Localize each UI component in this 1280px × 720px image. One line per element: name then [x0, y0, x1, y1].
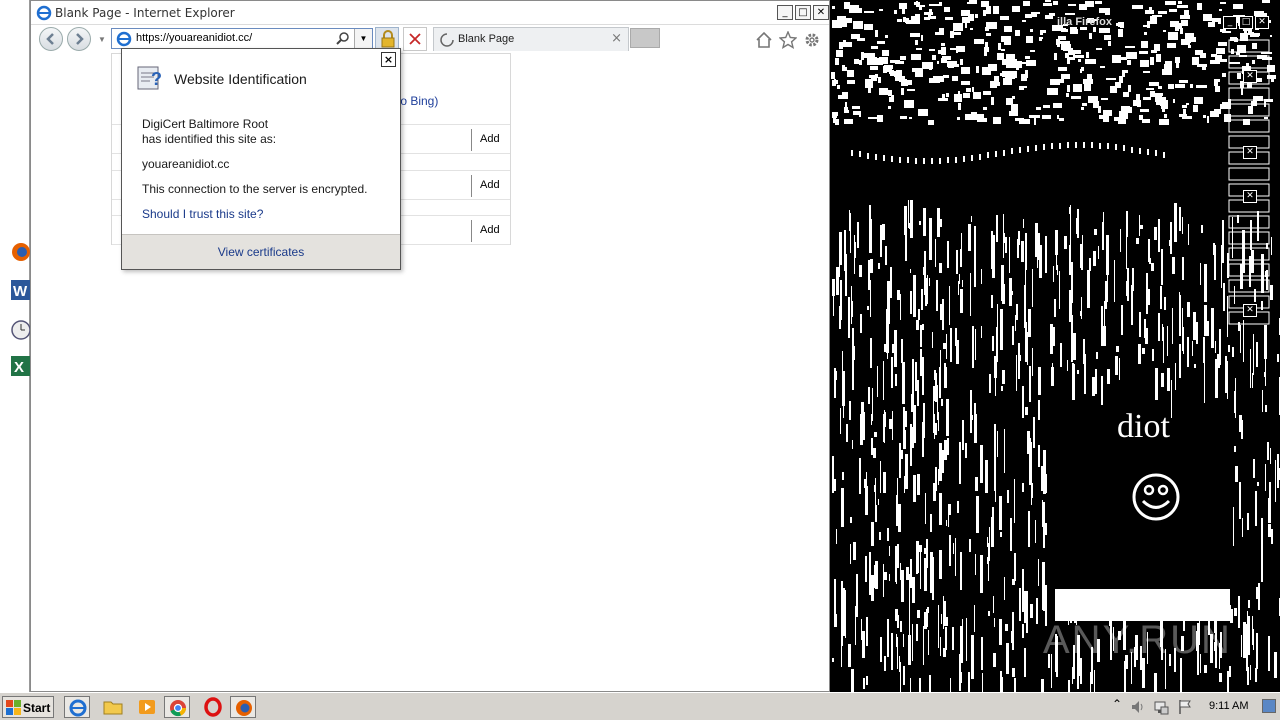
encryption-status: This connection to the server is encrypt… — [142, 182, 368, 196]
internet-explorer-icon — [116, 31, 132, 47]
start-label: Start — [23, 701, 51, 715]
close-icon — [409, 33, 421, 45]
smiley-face-icon — [1132, 473, 1180, 521]
close-button[interactable]: ✕ — [1243, 190, 1257, 203]
minimize-button[interactable]: _ — [777, 5, 793, 20]
issuer-statement: has identified this site as: — [142, 132, 277, 146]
gear-icon[interactable] — [803, 31, 821, 49]
system-clock[interactable]: 9:11 AM — [1209, 700, 1249, 712]
ie-page-content: to Bing) Add Add Add × ? Website Identif… — [31, 48, 829, 691]
maximize-button[interactable]: □ — [795, 5, 811, 20]
site-identity-icon: ? — [137, 66, 162, 90]
internet-explorer-window: Blank Page - Internet Explorer _ □ ✕ ▼ h… — [30, 0, 830, 692]
row-separator — [471, 129, 472, 151]
forward-arrow-icon — [76, 33, 84, 45]
address-url[interactable]: https://youareanidiot.cc/ — [136, 32, 252, 44]
taskbar-explorer[interactable] — [100, 696, 126, 718]
favorites-star-icon[interactable] — [779, 31, 797, 49]
close-button[interactable]: ✕ — [1243, 70, 1257, 83]
word-desktop-icon[interactable]: W — [10, 278, 32, 302]
tab-label: Blank Page — [458, 33, 515, 45]
stop-button[interactable] — [403, 27, 427, 51]
add-button[interactable]: Add — [480, 179, 500, 191]
popup-heading: Website Identification — [174, 71, 307, 87]
back-arrow-icon — [46, 33, 54, 45]
maximize-button[interactable]: □ — [1239, 16, 1253, 29]
close-button[interactable]: ✕ — [1243, 146, 1257, 159]
close-button[interactable]: ✕ — [1243, 304, 1257, 317]
new-tab-button[interactable] — [630, 28, 660, 48]
idiot-text: diot — [1117, 408, 1170, 445]
taskbar-firefox[interactable] — [230, 696, 256, 718]
add-button[interactable]: Add — [480, 133, 500, 145]
back-button[interactable] — [39, 27, 63, 51]
taskbar: Start ⌃ 9:11 AM — [0, 692, 1280, 720]
clock-desktop-icon[interactable] — [10, 318, 32, 342]
address-dropdown-button[interactable]: ▼ — [354, 29, 372, 48]
taskbar-internet-explorer[interactable] — [64, 696, 90, 718]
chrome-icon — [170, 700, 187, 717]
network-icon[interactable] — [1153, 699, 1169, 715]
desktop-strip: W X — [0, 0, 32, 692]
taskbar-opera[interactable] — [200, 696, 226, 718]
minimize-button[interactable]: _ — [1223, 16, 1237, 29]
internet-explorer-icon — [69, 699, 87, 717]
show-desktop-button[interactable] — [1262, 699, 1276, 713]
svg-text:X: X — [14, 359, 24, 376]
home-icon[interactable] — [755, 31, 773, 49]
ie-window-title: Blank Page - Internet Explorer — [55, 6, 235, 20]
white-block — [1055, 589, 1230, 621]
svg-text:W: W — [13, 283, 28, 300]
close-button[interactable]: ✕ — [1255, 16, 1269, 29]
add-button[interactable]: Add — [480, 224, 500, 236]
media-player-icon — [139, 700, 155, 714]
close-button[interactable]: ✕ — [813, 5, 829, 20]
tab-close-icon[interactable]: × — [611, 31, 622, 46]
firefox-window: illa Firefox _ □ ✕ ✕ ✕ ✕ ✕ diot ANY.RUN — [831, 0, 1280, 692]
firefox-window-title: illa Firefox — [1057, 16, 1113, 28]
history-dropdown-icon[interactable]: ▼ — [98, 35, 106, 44]
forward-button[interactable] — [67, 27, 91, 51]
address-bar[interactable]: https://youareanidiot.cc/ ▼ — [111, 28, 373, 49]
popup-close-button[interactable]: × — [381, 52, 396, 67]
anyrun-watermark: ANY.RUN — [1043, 618, 1232, 662]
issuer-name: DigiCert Baltimore Root — [142, 117, 269, 131]
lock-icon — [381, 30, 395, 48]
firefox-icon — [236, 700, 252, 716]
start-button[interactable]: Start — [2, 696, 54, 718]
row-separator — [471, 220, 472, 242]
action-center-flag-icon[interactable] — [1177, 699, 1193, 715]
loading-spinner-icon — [440, 33, 454, 47]
trust-site-link[interactable]: Should I trust this site? — [142, 207, 263, 221]
speaker-icon[interactable] — [1130, 699, 1146, 715]
tab-blank-page[interactable]: Blank Page × — [433, 27, 629, 51]
taskbar-chrome[interactable] — [164, 696, 190, 718]
firefox-desktop-icon[interactable] — [10, 240, 32, 264]
bing-text[interactable]: to Bing) — [397, 94, 438, 108]
svg-text:?: ? — [151, 69, 162, 89]
taskbar-media-player[interactable] — [134, 696, 160, 718]
tray-expand-icon[interactable]: ⌃ — [1112, 697, 1122, 711]
site-identity: youareanidiot.cc — [142, 157, 230, 171]
windows-logo-icon — [6, 700, 21, 715]
search-icon[interactable] — [336, 31, 350, 45]
opera-icon — [204, 697, 222, 717]
website-identification-popup: × ? Website Identification DigiCert Balt… — [121, 48, 401, 270]
internet-explorer-icon — [36, 5, 52, 21]
folder-icon — [103, 701, 123, 715]
row-separator — [471, 175, 472, 197]
ie-titlebar: Blank Page - Internet Explorer _ □ ✕ — [31, 1, 829, 25]
popup-footer: View certificates — [122, 234, 400, 269]
view-certificates-link[interactable]: View certificates — [122, 245, 400, 259]
excel-desktop-icon[interactable]: X — [10, 354, 32, 378]
